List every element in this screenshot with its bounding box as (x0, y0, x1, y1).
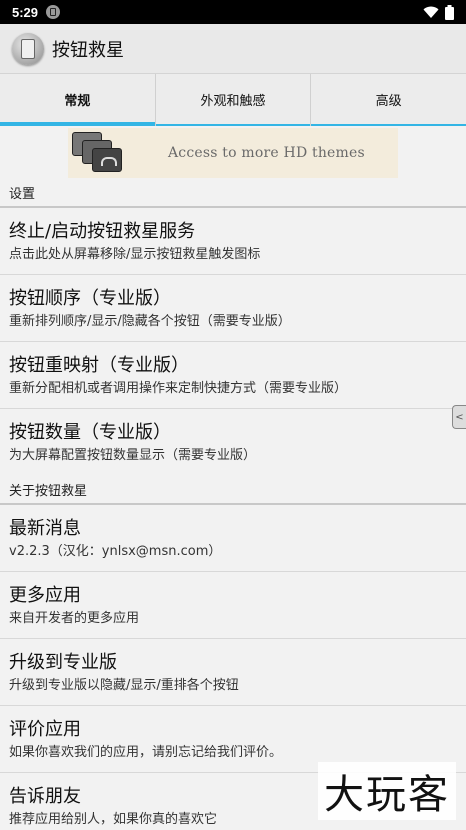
item-summary: 如果你喜欢我们的应用，请别忘记给我们评价。 (9, 745, 283, 760)
list-item-whats-new[interactable]: 最新消息 v2.2.3（汉化：ynlsx@msn.com） (0, 505, 466, 572)
item-title: 升级到专业版 (9, 652, 117, 673)
list-item-button-order[interactable]: 按钮顺序（专业版） 重新排列顺序/显示/隐藏各个按钮（需要专业版） (0, 275, 466, 342)
tab-general[interactable]: 常规 (0, 74, 156, 126)
app-title: 按钮救星 (52, 39, 124, 61)
status-bar: 5:29 (0, 0, 466, 24)
status-time: 5:29 (12, 4, 39, 20)
tab-bar: 常规 外观和触感 高级 (0, 74, 466, 126)
themes-icon (70, 130, 130, 176)
tab-appearance[interactable]: 外观和触感 (155, 74, 312, 126)
notification-icon (46, 5, 61, 19)
item-title: 按钮重映射（专业版） (9, 355, 189, 376)
battery-icon (445, 4, 454, 20)
list-item-upgrade-pro[interactable]: 升级到专业版 升级到专业版以隐藏/显示/重排各个按钮 (0, 639, 466, 706)
app-bar: 按钮救星 (0, 24, 466, 74)
tab-advanced[interactable]: 高级 (311, 74, 466, 126)
section-header-settings: 设置 (0, 178, 466, 208)
list-item-button-count[interactable]: 按钮数量（专业版） 为大屏幕配置按钮数量显示（需要专业版） (0, 409, 466, 475)
tab-appearance-label: 外观和触感 (200, 94, 266, 109)
list-item-button-remap[interactable]: 按钮重映射（专业版） 重新分配相机或者调用操作来定制快捷方式（需要专业版） (0, 342, 466, 409)
app-icon[interactable] (12, 32, 44, 65)
floating-trigger-handle[interactable]: < (452, 405, 466, 429)
item-summary: 为大屏幕配置按钮数量显示（需要专业版） (9, 448, 257, 463)
item-title: 终止/启动按钮救星服务 (9, 221, 196, 242)
item-title: 评价应用 (9, 719, 81, 740)
section-header-about: 关于按钮救星 (0, 475, 466, 505)
banner-text: Access to more HD themes (168, 145, 365, 161)
item-summary: v2.2.3（汉化：ynlsx@msn.com） (9, 544, 222, 559)
chevron-left-icon: < (455, 411, 464, 423)
wifi-icon (423, 6, 439, 18)
item-title: 按钮顺序（专业版） (9, 288, 171, 309)
item-summary: 升级到专业版以隐藏/显示/重排各个按钮 (9, 678, 239, 693)
watermark: 大玩客 (318, 762, 456, 820)
themes-banner[interactable]: Access to more HD themes (68, 128, 398, 178)
item-summary: 来自开发者的更多应用 (9, 611, 140, 626)
item-title: 更多应用 (9, 585, 81, 606)
tab-advanced-label: 高级 (375, 94, 402, 109)
item-summary: 重新排列顺序/显示/隐藏各个按钮（需要专业版） (9, 314, 291, 329)
list-item-toggle-service[interactable]: 终止/启动按钮救星服务 点击此处从屏幕移除/显示按钮救星触发图标 (0, 208, 466, 275)
item-summary: 点击此处从屏幕移除/显示按钮救星触发图标 (9, 247, 261, 262)
item-title: 按钮数量（专业版） (9, 422, 171, 443)
list-item-more-apps[interactable]: 更多应用 来自开发者的更多应用 (0, 572, 466, 639)
item-title: 最新消息 (9, 518, 81, 539)
item-summary: 重新分配相机或者调用操作来定制快捷方式（需要专业版） (9, 381, 348, 396)
